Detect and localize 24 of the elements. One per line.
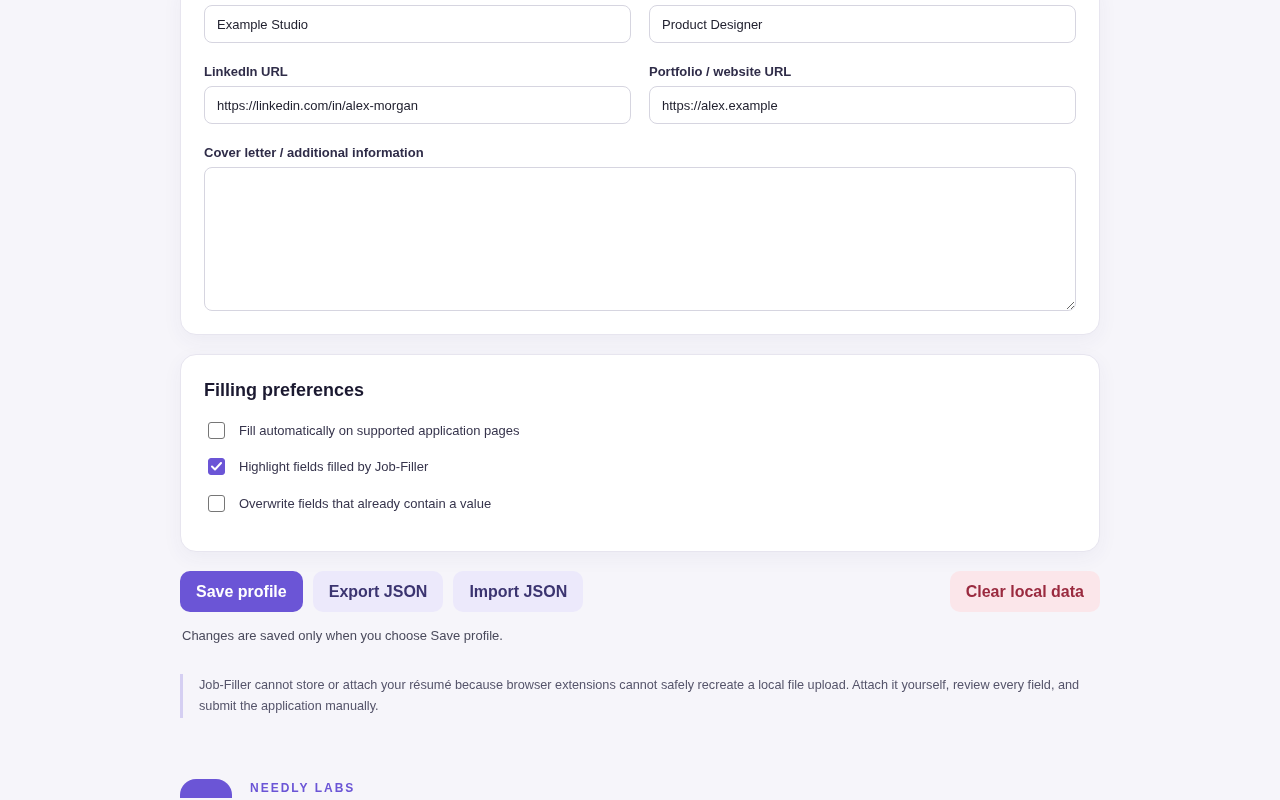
brand-name: NEEDLY LABS [250,781,356,795]
notice-text: Job-Filler cannot store or attach your résumé because browser extensions cannot safely recreate a local file upload. Attach it yourself, review every field, and submit the application manually. [180,674,1100,718]
checkbox[interactable] [208,421,225,439]
checked-checkbox[interactable] [208,458,225,475]
section-heading: Filling preferences [204,379,366,401]
input-field[interactable]: Example Studio [204,5,631,43]
clear-button[interactable]: Clear local data [949,571,1100,612]
option-label: Fill automatically on supported application pages [239,422,520,438]
action-button[interactable]: Import JSON [453,571,584,612]
input-field[interactable]: Product Designer [649,5,1076,43]
field-label: Portfolio / website URL [649,64,792,80]
save-button[interactable]: Save profile [180,571,303,612]
field-label: LinkedIn URL [204,64,288,80]
checkbox[interactable] [208,494,225,512]
textarea-field[interactable] [204,167,1076,311]
option-label: Highlight fields filled by Job-Filler [239,459,429,474]
input-field[interactable]: https://linkedin.com/in/alex-morgan [204,86,631,124]
action-button[interactable]: Export JSON [312,571,444,612]
field-label: Cover letter / additional information [204,145,424,161]
input-field[interactable]: https://alex.example [649,86,1076,124]
save-note: Changes are saved only when you choose Save profile. [182,627,504,645]
checkmark-icon [211,462,222,471]
option-label: Overwrite fields that already contain a value [239,495,492,511]
logo-icon [180,779,232,798]
